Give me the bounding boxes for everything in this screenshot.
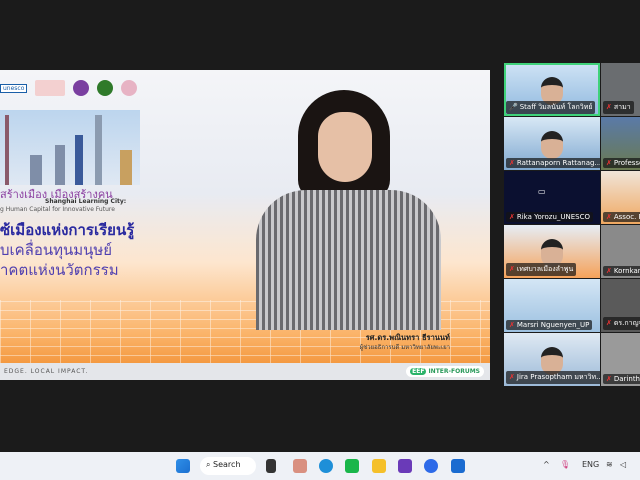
zoom-icon[interactable] — [424, 459, 438, 473]
participant-name-text: Jira Prasoptham มหาวิท... — [516, 373, 600, 381]
university-logo — [73, 80, 90, 96]
line-icon[interactable] — [345, 459, 359, 473]
participant-name: ✗ Marsri Nguenyen_UP — [506, 320, 593, 330]
participant-tile[interactable]: ✗ เทศบาลเมืองลำพูน — [504, 225, 600, 278]
photos-icon[interactable] — [293, 459, 307, 473]
file-explorer-icon[interactable] — [372, 459, 386, 473]
participant-name: ✗ Jira Prasoptham มหาวิท... — [506, 371, 600, 384]
participant-name-text: Kornkan — [613, 267, 640, 275]
eef-logo — [35, 80, 66, 96]
participant-name: ✗ Rika Yorozu_UNESCO — [506, 212, 593, 222]
inter-forums-badge: EEF INTER-FORUMS — [406, 366, 484, 377]
participant-name-text: Rattanaporn Rattanag... — [516, 159, 600, 167]
microphone-icon[interactable]: 🎙 — [560, 460, 570, 469]
participant-name-text: Marsri Nguenyen_UP — [516, 321, 590, 329]
participant-name-text: ดร.กาญจ — [613, 319, 640, 327]
shanghai-skyline-image — [0, 110, 140, 185]
participant-tile[interactable]: ✗ Jira Prasoptham มหาวิท... — [504, 333, 600, 386]
search-icon: ⌕ — [206, 460, 214, 469]
speaker-video — [256, 90, 441, 330]
app-purple-icon[interactable] — [398, 459, 412, 473]
muted-microphone-icon: ✗ — [509, 373, 515, 381]
participant-tile[interactable]: ✗Professo — [601, 117, 640, 170]
emblem-logo — [121, 80, 138, 96]
unesco-logo: unesco — [0, 83, 28, 93]
seal-logo — [97, 80, 114, 96]
participant-tile[interactable]: ✗ Rattanaporn Rattanag... — [504, 117, 600, 170]
participant-tile[interactable]: ✗ ดร.กาญจ — [601, 279, 640, 332]
participant-tile[interactable]: 🎤 Staff วิมลนันท์ โลกวิทย์ — [504, 63, 600, 116]
participant-name-text: Assoc. P — [613, 213, 640, 221]
participant-name-text: สามา — [613, 103, 631, 111]
wifi-icon[interactable]: ≋ — [606, 460, 613, 469]
search-label: Search — [213, 460, 241, 469]
eef-mark: EEF — [410, 368, 427, 375]
participant-video — [541, 131, 563, 159]
edge-icon[interactable] — [319, 459, 333, 473]
participant-name: ✗Darintho — [603, 374, 640, 384]
participant-tile[interactable]: ✗Darintho — [601, 333, 640, 386]
speaker-title: ผู้ช่วยอธิการบดี มหาวิทยาลัยพะเยา — [359, 344, 450, 351]
participant-tile[interactable]: ✗ สามา — [601, 63, 640, 116]
participant-name: ✗ ดร.กาญจ — [603, 317, 640, 330]
muted-microphone-icon: ✗ — [606, 103, 612, 111]
muted-microphone-icon: ✗ — [606, 159, 612, 167]
language-indicator[interactable]: ENG — [582, 460, 599, 469]
participant-name: ✗ Kornkan — [603, 266, 640, 276]
muted-microphone-icon: ✗ — [509, 265, 515, 273]
taskbar-search[interactable]: ⌕ Search — [200, 457, 256, 475]
task-view-icon[interactable] — [266, 459, 276, 473]
participant-name: ✗ Assoc. P — [603, 212, 640, 222]
slide-subtitle-en: Shanghai Learning City: — [45, 198, 127, 205]
windows-taskbar: ⌕ Search ^ 🎙 ENG ≋ ◁ — [0, 452, 640, 480]
participant-tile[interactable]: ✗ Marsri Nguenyen_UP — [504, 279, 600, 332]
participant-tile[interactable]: ✗ Assoc. P — [601, 171, 640, 224]
participant-name-text: เทศบาลเมืองลำพูน — [516, 265, 574, 273]
slide-headline-3: าคตแห่งนวัตกรรม — [0, 261, 119, 279]
participant-name: ✗ เทศบาลเมืองลำพูน — [506, 263, 577, 276]
muted-microphone-icon: ✗ — [509, 159, 515, 167]
muted-microphone-icon: ✗ — [606, 375, 612, 383]
partner-logos: unesco — [0, 80, 138, 96]
muted-microphone-icon: ✗ — [509, 213, 515, 221]
participant-name: ✗ Rattanaporn Rattanag... — [506, 158, 600, 168]
participant-name: ✗ สามา — [603, 101, 634, 114]
start-icon[interactable] — [176, 459, 190, 473]
participant-name-text: Professo — [613, 159, 640, 167]
participant-name-text: Staff วิมลนันท์ โลกวิทย์ — [519, 103, 593, 111]
badge-text: INTER-FORUMS — [428, 368, 480, 375]
participant-tile[interactable]: ▭ ✗ Rika Yorozu_UNESCO — [504, 171, 600, 224]
muted-microphone-icon: ✗ — [606, 267, 612, 275]
muted-microphone-icon: ✗ — [509, 321, 515, 329]
muted-microphone-icon: ✗ — [606, 319, 612, 327]
participant-name: 🎤 Staff วิมลนันท์ โลกวิทย์ — [506, 101, 596, 114]
footer-text: EDGE. LOCAL IMPACT. — [4, 368, 89, 375]
outlook-icon[interactable] — [451, 459, 465, 473]
chevron-up-icon[interactable]: ^ — [543, 460, 550, 469]
unesco-logo: ▭ — [538, 187, 546, 196]
participant-name: ✗Professo — [603, 158, 640, 168]
shared-screen: unesco สร้างเมือง เมืองสร้างคน Shanghai … — [0, 70, 490, 380]
muted-microphone-icon: ✗ — [606, 213, 612, 221]
participant-tile[interactable]: ✗ Kornkan — [601, 225, 640, 278]
participant-name-text: Darintho — [613, 375, 640, 383]
volume-icon[interactable]: ◁ — [620, 460, 626, 469]
participant-name-text: Rika Yorozu_UNESCO — [516, 213, 590, 221]
microphone-icon: 🎤 — [509, 103, 518, 111]
slide-subtitle-en-2: g Human Capital for Innovative Future — [0, 206, 115, 213]
